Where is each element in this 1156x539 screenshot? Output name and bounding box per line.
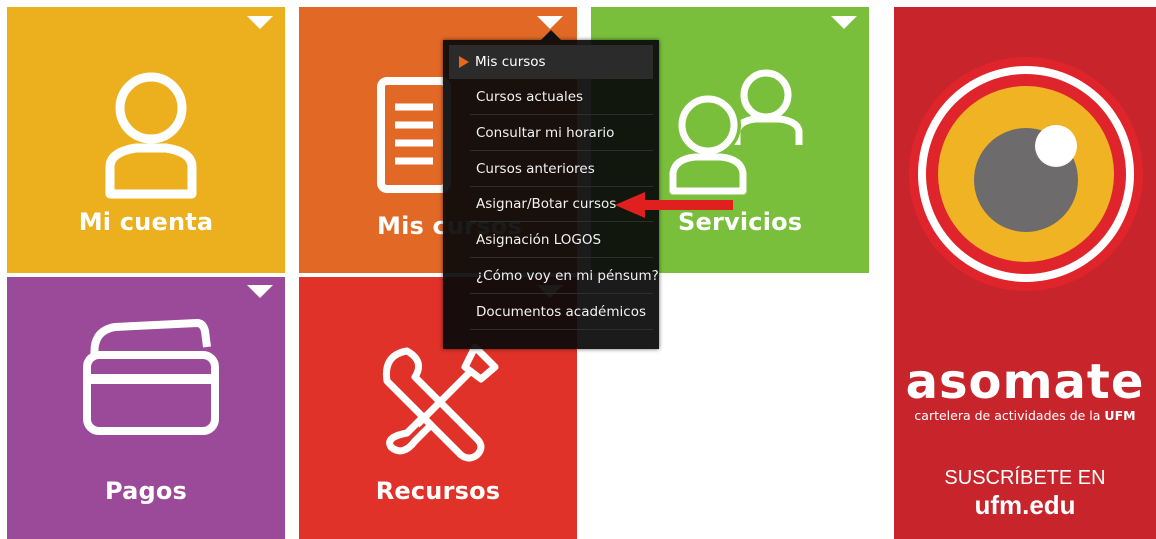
users-icon [669, 69, 803, 195]
chevron-down-icon[interactable] [247, 285, 273, 298]
menu-item-consultar-horario[interactable]: Consultar mi horario [470, 116, 653, 151]
tile-label: Recursos [375, 477, 501, 505]
eye-logo-icon [909, 57, 1143, 291]
menu-header-label: Mis cursos [475, 54, 546, 70]
asomate-wordmark: asomate [905, 354, 1145, 410]
menu-pointer [541, 30, 561, 40]
cta-text: SUSCRÍBETE EN [944, 467, 1106, 489]
chevron-down-icon[interactable] [831, 16, 857, 29]
red-arrow-icon [615, 192, 733, 218]
tile-label: Mi cuenta [78, 208, 214, 236]
asomate-banner[interactable]: asomate cartelera de actividades de la U… [894, 7, 1156, 539]
menu-item-cursos-anteriores[interactable]: Cursos anteriores [470, 152, 653, 187]
subtitle-org: UFM [1104, 408, 1136, 423]
user-icon [105, 72, 197, 199]
tile-mi-cuenta[interactable]: Mi cuenta [7, 7, 285, 273]
tile-label: Pagos [104, 477, 188, 505]
play-arrow-icon [459, 56, 469, 68]
menu-header-mis-cursos[interactable]: Mis cursos [449, 45, 653, 79]
menu-item-cursos-actuales[interactable]: Cursos actuales [470, 80, 653, 115]
menu-item-documentos-academicos[interactable]: Documentos académicos [470, 295, 653, 330]
menu-item-como-voy-pensum[interactable]: ¿Cómo voy en mi pénsum? [470, 259, 659, 294]
subtitle-text: cartelera de actividades de la [914, 408, 1101, 423]
tools-icon [382, 343, 499, 462]
menu-item-asignacion-logos[interactable]: Asignación LOGOS [470, 223, 653, 258]
asomate-subtitle: cartelera de actividades de la UFM [894, 408, 1156, 423]
chevron-down-icon[interactable] [537, 16, 563, 29]
cta-domain[interactable]: ufm.edu [974, 490, 1075, 520]
tile-pagos[interactable]: Pagos [7, 277, 285, 539]
credit-card-icon [83, 319, 219, 435]
subscribe-cta[interactable]: SUSCRÍBETE EN ufm.edu [894, 467, 1156, 521]
chevron-down-icon[interactable] [247, 16, 273, 29]
